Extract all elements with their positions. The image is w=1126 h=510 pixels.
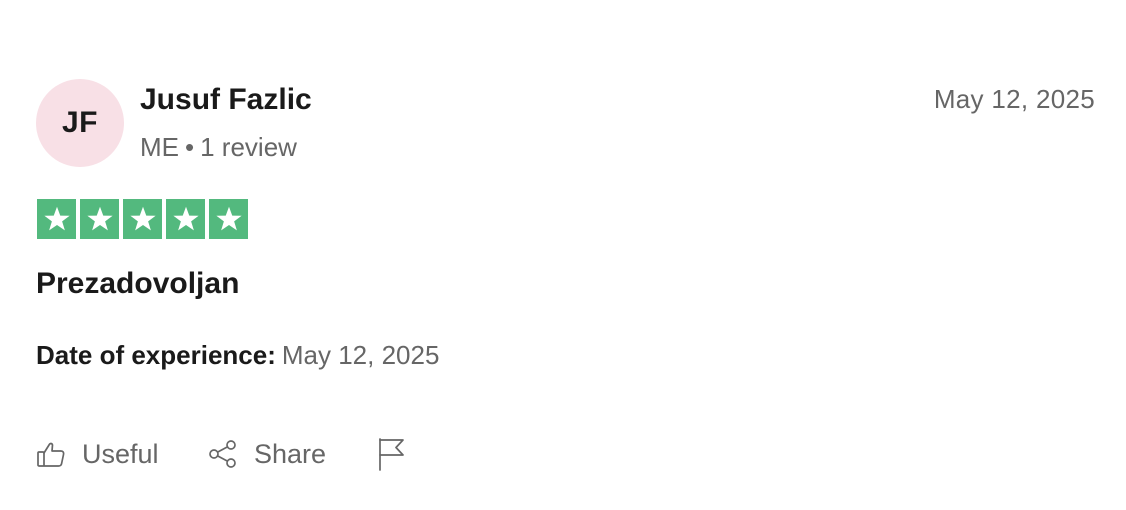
reviewer-name[interactable]: Jusuf Fazlic bbox=[140, 82, 312, 118]
useful-label: Useful bbox=[82, 438, 159, 469]
report-button[interactable] bbox=[376, 434, 406, 474]
star-rating bbox=[37, 199, 248, 239]
share-icon bbox=[208, 439, 238, 469]
avatar[interactable]: JF bbox=[36, 79, 124, 167]
star-icon bbox=[37, 199, 76, 239]
reviewer-meta: ME • 1 review bbox=[140, 131, 297, 163]
star-icon bbox=[80, 199, 119, 239]
date-of-experience: Date of experience: May 12, 2025 bbox=[36, 339, 439, 371]
star-icon bbox=[166, 199, 205, 239]
reviewer-review-count: 1 review bbox=[200, 132, 297, 162]
share-button[interactable]: Share bbox=[208, 434, 326, 474]
thumbs-up-icon bbox=[36, 439, 66, 469]
reviewer-country: ME bbox=[140, 132, 179, 162]
review-title[interactable]: Prezadovoljan bbox=[36, 266, 239, 302]
meta-separator: • bbox=[185, 132, 195, 162]
experience-date: May 12, 2025 bbox=[281, 340, 440, 370]
review-card: JF Jusuf Fazlic ME • 1 review May 12, 2025… bbox=[0, 0, 1126, 510]
review-date: May 12, 2025 bbox=[933, 84, 1095, 114]
avatar-initials: JF bbox=[61, 106, 98, 139]
share-label: Share bbox=[254, 438, 327, 469]
useful-button[interactable]: Useful bbox=[36, 434, 159, 474]
star-icon bbox=[123, 199, 162, 239]
experience-label: Date of experience: bbox=[36, 340, 276, 370]
star-icon bbox=[209, 199, 248, 239]
flag-icon bbox=[376, 437, 406, 471]
